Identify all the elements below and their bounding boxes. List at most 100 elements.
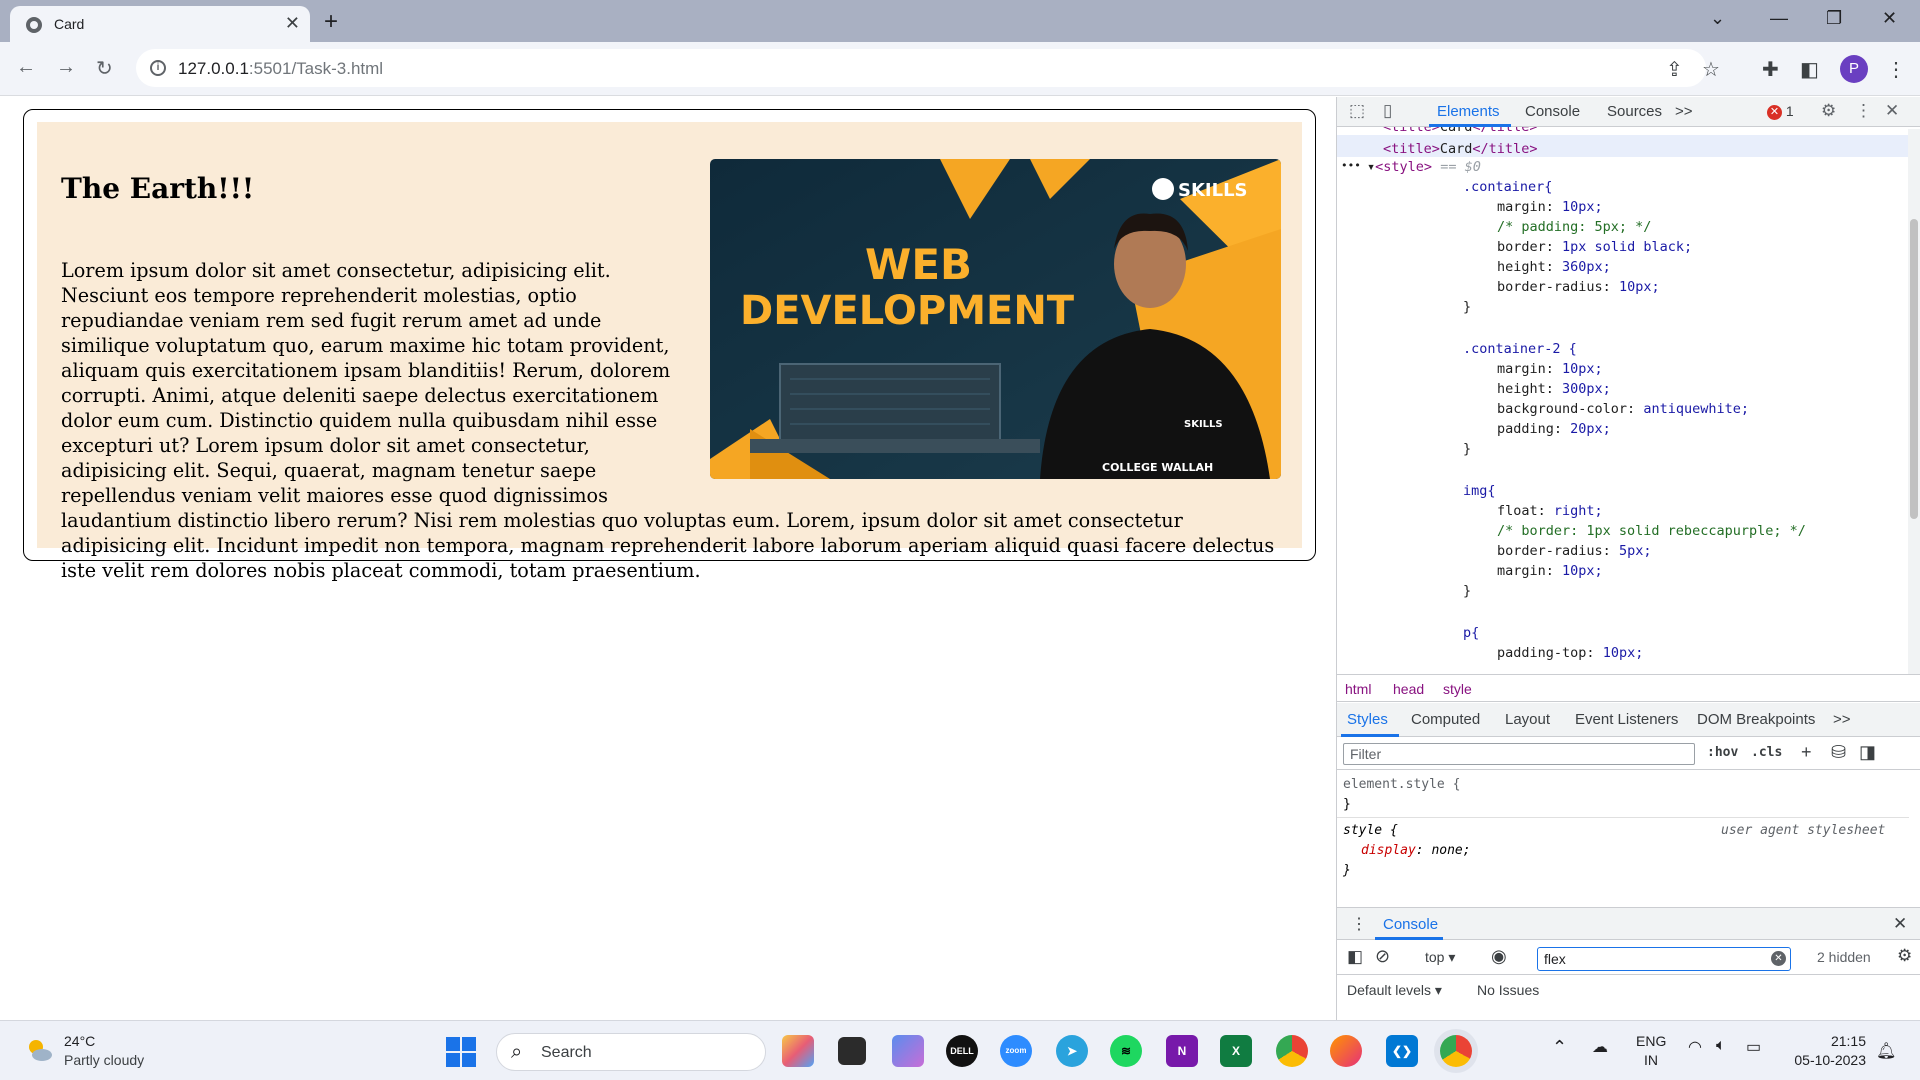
address-bar[interactable]: i 127.0.0.1:5501/Task-3.html ⇪ ☆	[136, 49, 1720, 87]
telegram-icon[interactable]: ➤	[1056, 1035, 1088, 1067]
sidebar-toggle-icon[interactable]: ◨	[1859, 742, 1876, 763]
tab-console[interactable]: Console	[1525, 103, 1580, 120]
css-brace: }	[1463, 583, 1472, 599]
web-development-image: WEB DEVELOPMENT SKILLS SKILLS COLLEGE WA…	[710, 159, 1281, 479]
css-prop: margin:	[1497, 199, 1554, 215]
tab-event-listeners[interactable]: Event Listeners	[1575, 711, 1678, 728]
chevron-up-icon[interactable]: ⌃	[1552, 1037, 1567, 1058]
breadcrumb-style[interactable]: style	[1443, 681, 1472, 697]
tab-styles[interactable]: Styles	[1347, 711, 1388, 728]
share-icon[interactable]: ⇪	[1666, 57, 1683, 82]
scrollbar-thumb[interactable]	[1910, 219, 1918, 519]
drawer-menu-icon[interactable]: ⋮	[1351, 914, 1367, 934]
windows-start-button[interactable]	[446, 1037, 476, 1067]
forward-button[interactable]: →	[56, 56, 76, 79]
ua-stylesheet-label: user agent stylesheet	[1721, 823, 1886, 838]
volume-icon[interactable]: 🔈︎	[1716, 1037, 1726, 1055]
onedrive-icon[interactable]: ☁	[1592, 1037, 1608, 1057]
chevron-down-icon[interactable]: ⌄	[1710, 8, 1725, 29]
error-badge[interactable]: ✕ 1	[1767, 103, 1794, 120]
info-icon[interactable]: i	[150, 60, 166, 76]
reload-button[interactable]: ↻	[96, 56, 113, 81]
clear-console-icon[interactable]: ⊘	[1375, 946, 1390, 967]
node-ellipsis[interactable]: •••	[1341, 159, 1361, 172]
dell-icon[interactable]: DELL	[946, 1035, 978, 1067]
console-settings-icon[interactable]: ⚙	[1897, 946, 1912, 966]
vscode-icon[interactable]: ❮❯	[1386, 1035, 1418, 1067]
notification-bell-icon[interactable]: 🔔︎	[1876, 1041, 1896, 1061]
css-value: 1px solid black;	[1562, 239, 1693, 255]
code-text: Card	[1439, 127, 1473, 135]
clock-time[interactable]: 21:15	[1790, 1033, 1866, 1049]
tab-computed[interactable]: Computed	[1411, 711, 1480, 728]
tab-close-button[interactable]: ✕	[285, 13, 300, 34]
side-panel-icon[interactable]: ◧	[1800, 57, 1819, 82]
new-rule-icon[interactable]: +	[1801, 742, 1812, 763]
css-prop: background-color:	[1497, 401, 1636, 417]
styles-filter-input[interactable]: Filter	[1343, 743, 1695, 765]
firefox-icon[interactable]	[1330, 1035, 1362, 1067]
partly-cloudy-icon[interactable]	[24, 1035, 54, 1065]
sidebar-icon[interactable]: ◧	[1347, 947, 1363, 967]
globe-icon	[26, 17, 42, 33]
context-select[interactable]: top ▾	[1425, 949, 1455, 966]
breadcrumb-head[interactable]: head	[1393, 681, 1424, 697]
wifi-icon[interactable]: ◠	[1688, 1037, 1702, 1057]
gear-icon[interactable]: ⚙	[1821, 101, 1836, 121]
language-indicator[interactable]: ENG	[1636, 1033, 1666, 1049]
page-viewport: The Earth!!! WEB DEVELOPMENT SKILLS SKIL…	[0, 97, 1336, 1020]
clock-date[interactable]: 05-10-2023	[1782, 1052, 1866, 1068]
close-drawer-icon[interactable]: ✕	[1893, 914, 1907, 934]
minimize-button[interactable]: —	[1770, 8, 1788, 29]
chrome-icon[interactable]	[1276, 1035, 1308, 1067]
star-icon[interactable]: ☆	[1702, 57, 1720, 82]
browser-toolbar: ← → ↻ i 127.0.0.1:5501/Task-3.html ⇪ ☆ ✚…	[0, 42, 1920, 96]
zoom-icon[interactable]: zoom	[1000, 1035, 1032, 1067]
more-subtabs-button[interactable]: >>	[1833, 711, 1851, 728]
copilot-icon[interactable]	[782, 1035, 814, 1067]
more-options-icon[interactable]: ⋮	[1855, 101, 1872, 121]
onenote-icon[interactable]: N	[1166, 1035, 1198, 1067]
css-prop: border:	[1497, 239, 1554, 255]
issues-label[interactable]: No Issues	[1477, 982, 1539, 998]
hov-toggle[interactable]: :hov	[1707, 745, 1738, 760]
more-tabs-button[interactable]: >>	[1675, 103, 1693, 120]
paint-icon[interactable]: ⛁	[1831, 742, 1846, 763]
extensions-icon[interactable]: ✚	[1762, 57, 1779, 82]
back-button[interactable]: ←	[16, 56, 36, 79]
region-indicator[interactable]: IN	[1644, 1052, 1658, 1068]
tab-sources[interactable]: Sources	[1607, 103, 1662, 120]
code-line-style[interactable]: ▾<style> == $0	[1367, 159, 1481, 175]
restore-button[interactable]: ❐	[1826, 8, 1842, 29]
excel-icon[interactable]: X	[1220, 1035, 1252, 1067]
device-toolbar-icon[interactable]: ▯	[1383, 101, 1392, 121]
elements-scrollbar[interactable]	[1908, 129, 1920, 674]
close-window-button[interactable]: ✕	[1882, 8, 1897, 29]
task-view-icon[interactable]	[838, 1037, 866, 1065]
tab-layout[interactable]: Layout	[1505, 711, 1550, 728]
taskbar-search[interactable]: ⌕ Search	[496, 1033, 766, 1071]
chrome-active-icon[interactable]	[1440, 1035, 1472, 1067]
avatar[interactable]: P	[1840, 55, 1868, 83]
cls-toggle[interactable]: .cls	[1751, 745, 1782, 760]
clear-filter-icon[interactable]: ✕	[1771, 951, 1786, 966]
console-levels-bar: Default levels ▾ No Issues	[1337, 976, 1920, 1006]
battery-icon[interactable]: ▭	[1746, 1037, 1761, 1057]
menu-icon[interactable]: ⋮	[1886, 57, 1906, 82]
console-filter-input[interactable]: flex ✕	[1537, 947, 1791, 971]
new-tab-button[interactable]: +	[324, 8, 338, 36]
tab-dom-breakpoints[interactable]: DOM Breakpoints	[1697, 711, 1815, 728]
elements-tree: <title>Card</title> <title>Card</title> …	[1337, 127, 1909, 672]
tab-elements[interactable]: Elements	[1437, 103, 1500, 120]
close-devtools-icon[interactable]: ✕	[1885, 101, 1899, 121]
weather-temp[interactable]: 24°C	[64, 1033, 95, 1049]
weather-desc[interactable]: Partly cloudy	[64, 1052, 144, 1068]
breadcrumb-html[interactable]: html	[1345, 681, 1371, 697]
browser-tab[interactable]: Card ✕	[10, 6, 310, 42]
drawer-tab-console[interactable]: Console	[1383, 916, 1438, 933]
levels-dropdown[interactable]: Default levels ▾	[1347, 982, 1442, 999]
eye-icon[interactable]: ◉	[1491, 946, 1507, 967]
spotify-icon[interactable]: ≋	[1110, 1035, 1142, 1067]
copilot-app-icon[interactable]	[892, 1035, 924, 1067]
inspect-icon[interactable]: ⬚	[1349, 101, 1365, 121]
